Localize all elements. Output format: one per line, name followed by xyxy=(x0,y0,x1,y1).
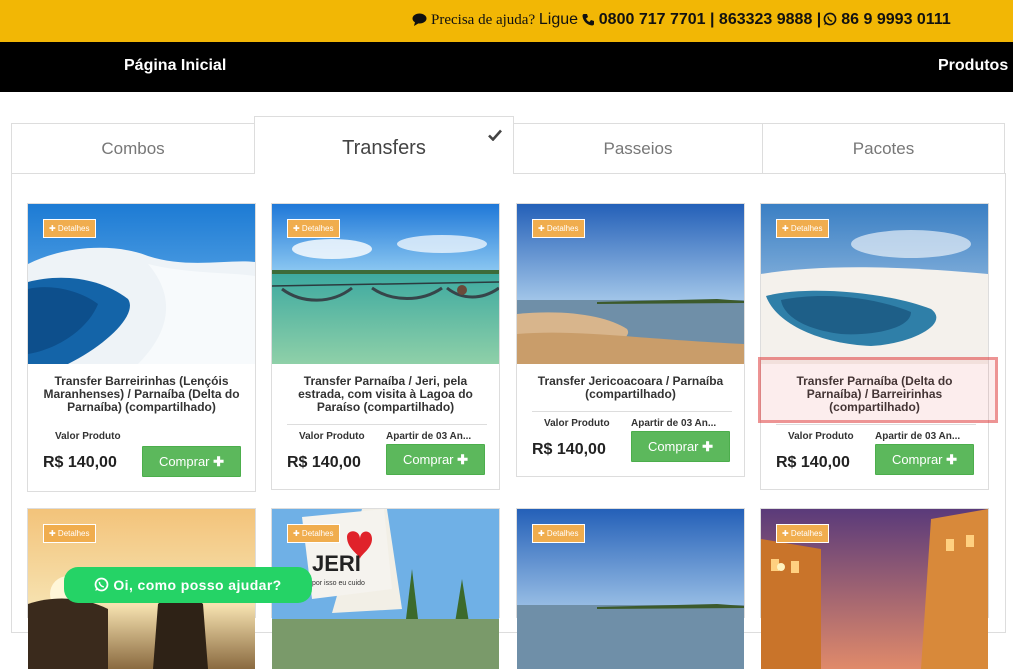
buy-button[interactable]: Comprar ✚ xyxy=(386,444,485,475)
buy-label: Comprar xyxy=(647,439,699,454)
divider xyxy=(287,424,487,425)
whatsapp-number[interactable]: 86 9 9993 0111 xyxy=(841,11,950,28)
plus-icon: ✚ xyxy=(213,454,225,469)
card-image[interactable]: ✚ Detalhes xyxy=(272,204,499,364)
price: R$ 140,00 xyxy=(532,441,606,458)
details-button[interactable]: ✚ Detalhes xyxy=(776,219,829,238)
details-button[interactable]: ✚ Detalhes xyxy=(532,524,585,543)
phone-numbers[interactable]: 0800 717 7701 | 863323 9888 | xyxy=(599,11,822,28)
sign-jeri-text: JERI xyxy=(312,551,361,576)
valor-label: Valor Produto xyxy=(55,431,121,442)
price: R$ 140,00 xyxy=(776,454,850,471)
details-button[interactable]: ✚ Detalhes xyxy=(43,219,96,238)
card-title[interactable]: Transfer Parnaíba (Delta do Parnaíba) / … xyxy=(771,375,978,414)
tab-transfers[interactable]: Transfers xyxy=(254,116,514,174)
product-card: JERI por isso eu cuido ✚ Detalhes xyxy=(271,508,500,669)
card-image[interactable]: ✚ Detalhes xyxy=(28,204,255,364)
age-label: Apartir de 03 An... xyxy=(631,418,717,429)
buy-button[interactable]: Comprar ✚ xyxy=(142,446,241,477)
chat-label: Oi, como posso ajudar? xyxy=(113,577,282,593)
buy-button[interactable]: Comprar ✚ xyxy=(875,444,974,475)
price: R$ 140,00 xyxy=(43,454,117,471)
divider xyxy=(532,411,732,412)
buy-button[interactable]: Comprar ✚ xyxy=(631,431,730,462)
buy-label: Comprar xyxy=(402,452,454,467)
help-text: Precisa de ajuda? xyxy=(431,12,536,28)
plus-icon: ✚ xyxy=(946,452,958,467)
tab-passeios[interactable]: Passeios xyxy=(513,123,763,174)
nav-home-link[interactable]: Página Inicial xyxy=(124,57,226,75)
age-label: Apartir de 03 An... xyxy=(875,431,961,442)
plus-icon: ✚ xyxy=(457,452,469,467)
details-button[interactable]: ✚ Detalhes xyxy=(43,524,96,543)
product-card: ✚ Detalhes Transfer Jericoacoara / Parna… xyxy=(516,203,745,477)
tab-pacotes[interactable]: Pacotes xyxy=(762,123,1005,174)
nav-products-link[interactable]: Produtos xyxy=(938,57,1008,75)
card-image[interactable]: ✚ Detalhes xyxy=(761,509,988,669)
divider xyxy=(776,424,976,425)
whatsapp-chat-button[interactable]: Oi, como posso ajudar? xyxy=(64,567,312,603)
age-label: Apartir de 03 An... xyxy=(386,431,472,442)
product-card: ✚ Detalhes Transfer Barreirinhas (Lençói… xyxy=(27,203,256,492)
top-help-bar: Precisa de ajuda? Ligue 0800 717 7701 | … xyxy=(0,0,1013,42)
comment-icon xyxy=(412,13,427,26)
card-title[interactable]: Transfer Parnaíba / Jeri, pela estrada, … xyxy=(282,375,489,414)
main-navbar: Página Inicial Produtos xyxy=(0,42,1013,92)
price: R$ 140,00 xyxy=(287,454,361,471)
card-title[interactable]: Transfer Jericoacoara / Parnaíba (compar… xyxy=(527,375,734,401)
phone-icon xyxy=(582,14,594,26)
card-image[interactable]: ✚ Detalhes xyxy=(517,204,744,364)
product-card: ✚ Detalhes xyxy=(516,508,745,669)
whatsapp-icon xyxy=(95,577,109,592)
card-title[interactable]: Transfer Barreirinhas (Lençóis Maranhens… xyxy=(38,375,245,414)
details-button[interactable]: ✚ Detalhes xyxy=(287,524,340,543)
details-button[interactable]: ✚ Detalhes xyxy=(287,219,340,238)
help-contact: Precisa de ajuda? Ligue 0800 717 7701 | … xyxy=(412,11,951,29)
check-icon xyxy=(488,129,502,141)
ligue-text: Ligue xyxy=(538,11,579,28)
valor-label: Valor Produto xyxy=(788,431,854,442)
whatsapp-icon xyxy=(823,12,837,26)
product-card: ✚ Detalhes Transfer Parnaíba (Delta do P… xyxy=(760,203,989,490)
buy-label: Comprar xyxy=(891,452,943,467)
tab-combos[interactable]: Combos xyxy=(11,123,255,174)
plus-icon: ✚ xyxy=(702,439,714,454)
tab-transfers-label: Transfers xyxy=(342,137,426,159)
product-card: ✚ Detalhes xyxy=(760,508,989,669)
details-button[interactable]: ✚ Detalhes xyxy=(532,219,585,238)
details-button[interactable]: ✚ Detalhes xyxy=(776,524,829,543)
sign-small-text: por isso eu cuido xyxy=(312,580,365,587)
card-image[interactable]: ✚ Detalhes xyxy=(761,204,988,364)
valor-label: Valor Produto xyxy=(299,431,365,442)
product-card: ✚ Detalhes Transfer Parnaíba / Jeri, pel… xyxy=(271,203,500,490)
buy-label: Comprar xyxy=(158,454,210,469)
valor-label: Valor Produto xyxy=(544,418,610,429)
card-image[interactable]: ✚ Detalhes xyxy=(517,509,744,669)
